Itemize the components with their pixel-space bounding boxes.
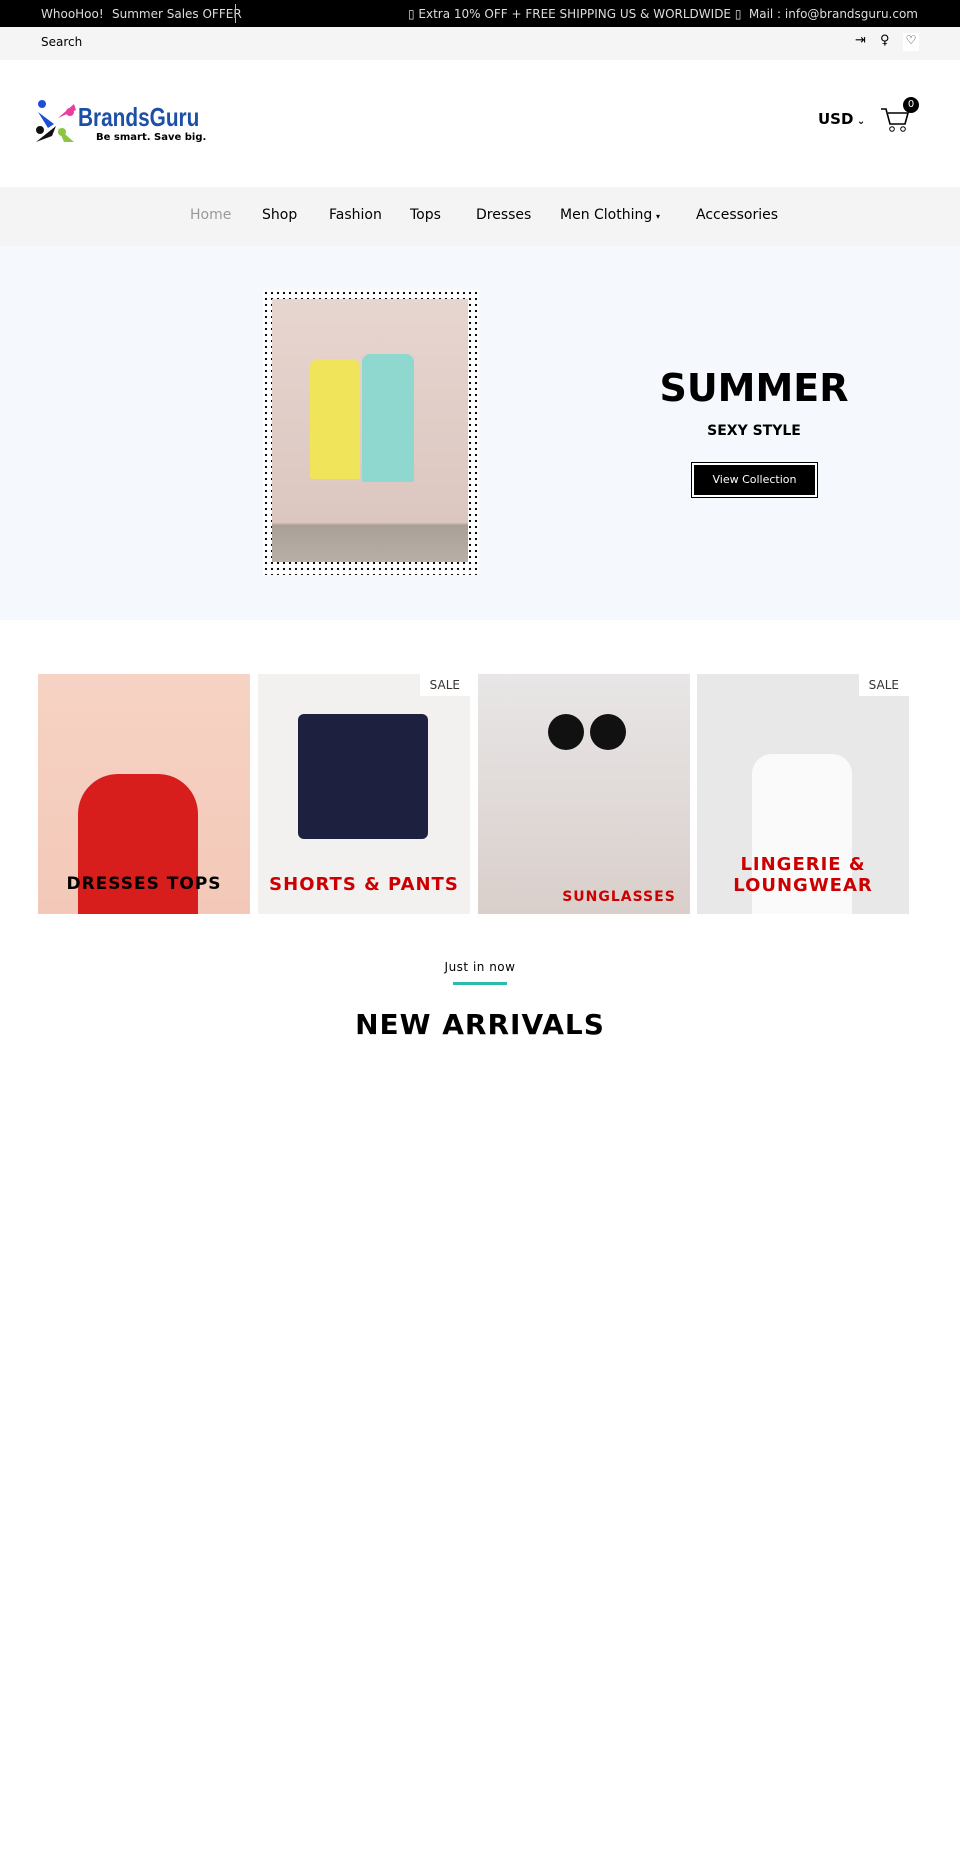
- hero-dotted-frame: [263, 290, 479, 575]
- chevron-down-icon: ⌄: [853, 116, 866, 127]
- nav-dresses[interactable]: Dresses: [476, 207, 531, 223]
- nav-tops[interactable]: Tops: [410, 207, 441, 223]
- teal-dress-figure: [362, 354, 414, 482]
- whoohoo-text: WhooHoo!: [41, 7, 104, 21]
- divider: [235, 4, 236, 23]
- banner-shorts-pants[interactable]: SALE SHORTS & PANTS: [258, 674, 470, 914]
- logo[interactable]: BrandsGuru Be smart. Save big.: [34, 98, 206, 146]
- nav-men-clothing[interactable]: Men Clothing: [560, 207, 652, 223]
- banner-dresses-tops[interactable]: DRESSES TOPS: [38, 674, 250, 914]
- main-nav: Home Shop Fashion Tops Dresses Men Cloth…: [0, 187, 960, 246]
- utility-bar: Search ⇥ ♀ ♡: [0, 27, 960, 60]
- caret-down-icon: ▾: [656, 212, 661, 221]
- currency-selector[interactable]: USD ⌄: [818, 110, 865, 128]
- user-icon[interactable]: ♀: [880, 33, 890, 48]
- hero-image: [272, 299, 468, 562]
- sale-badge: SALE: [419, 674, 470, 696]
- logo-tagline: Be smart. Save big.: [96, 132, 207, 143]
- mail-link[interactable]: Mail : info@brandsguru.com: [749, 7, 918, 21]
- nav-accessories[interactable]: Accessories: [696, 207, 778, 223]
- nav-shop[interactable]: Shop: [262, 207, 297, 223]
- nav-home[interactable]: Home: [190, 207, 231, 223]
- banner-label: LINGERIE & LOUNGWEAR: [733, 854, 873, 896]
- hero-subtitle: SEXY STYLE: [707, 423, 801, 439]
- banner-label: SUNGLASSES: [562, 889, 676, 905]
- login-icon[interactable]: ⇥: [855, 33, 866, 48]
- banner-label: SHORTS & PANTS: [269, 874, 459, 895]
- search-link[interactable]: Search: [41, 35, 82, 49]
- heart-icon[interactable]: ♡: [903, 33, 919, 51]
- cart-button[interactable]: 0: [880, 97, 919, 134]
- promo-text: ▯ Extra 10% OFF + FREE SHIPPING US & WOR…: [408, 7, 742, 21]
- view-collection-button[interactable]: View Collection: [691, 462, 818, 498]
- accent-underline: [453, 982, 507, 985]
- summer-offer-link[interactable]: Summer Sales OFFER: [112, 7, 242, 21]
- cart-count-badge: 0: [903, 97, 919, 113]
- hero-slider: SUMMER SEXY STYLE View Collection: [0, 246, 960, 620]
- new-arrivals-title: NEW ARRIVALS: [355, 1008, 605, 1041]
- nav-fashion[interactable]: Fashion: [329, 207, 382, 223]
- currency-value: USD: [818, 110, 854, 128]
- banner-sunglasses[interactable]: SUNGLASSES: [478, 674, 690, 914]
- floral-shorts-figure: [298, 714, 428, 839]
- banner-label: DRESSES TOPS: [66, 874, 222, 894]
- banner-lingerie[interactable]: SALE LINGERIE & LOUNGWEAR: [697, 674, 909, 914]
- yellow-dress-figure: [310, 359, 360, 479]
- logo-text: BrandsGuru: [78, 102, 200, 132]
- top-announcement-bar: WhooHoo! Summer Sales OFFER ▯ Extra 10% …: [0, 0, 960, 27]
- site-header: BrandsGuru Be smart. Save big. USD ⌄ 0: [0, 60, 960, 187]
- sunglasses-figure: [538, 714, 638, 754]
- sale-badge: SALE: [858, 674, 909, 696]
- logo-mark-icon: [36, 100, 76, 142]
- hero-title: SUMMER: [659, 366, 849, 410]
- arrivals-kicker: Just in now: [444, 960, 516, 974]
